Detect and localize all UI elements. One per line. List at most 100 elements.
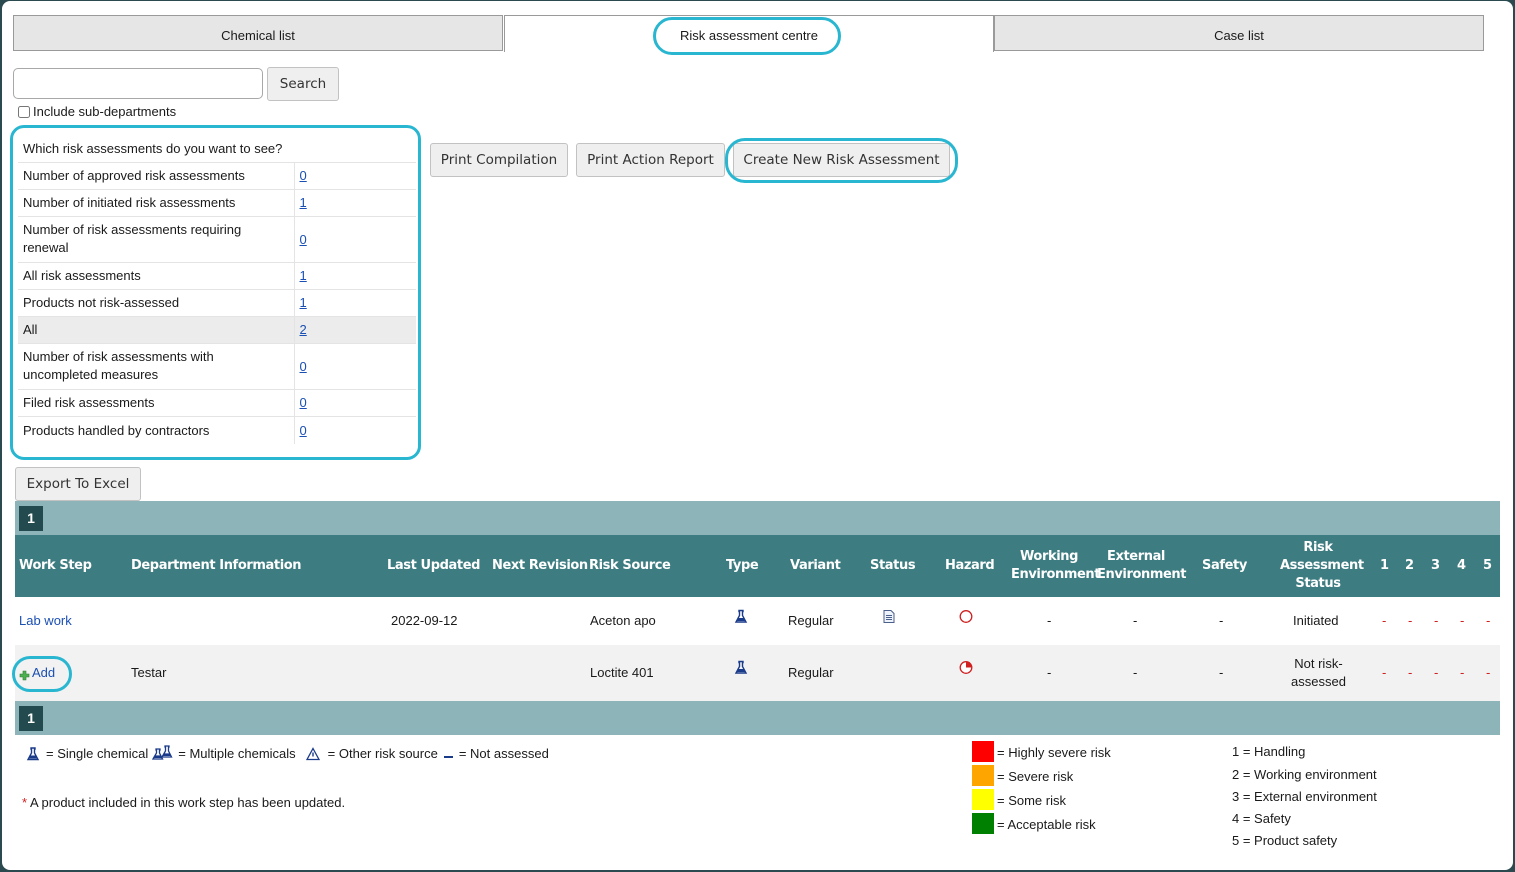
col-ra-status-line3: Status [1295,576,1341,591]
filter-label: All risk assessments [18,262,294,290]
filter-count-link[interactable]: 1 [300,268,307,283]
print-compilation-button[interactable]: Print Compilation [430,143,568,177]
col-risk-source[interactable]: Risk Source [589,557,671,575]
filter-count-link[interactable]: 0 [300,395,307,410]
filter-count-link[interactable]: 0 [300,423,307,438]
filter-count-link[interactable]: 0 [300,359,307,374]
cat-cell: - [1382,665,1387,680]
filter-count-link[interactable]: 0 [300,168,307,183]
risk-swatch-acceptable [972,813,994,834]
legend-other-risk-source: = Other risk source [327,746,438,761]
cat-cell: - [1408,613,1413,628]
col-external-environment[interactable]: External Environment [1097,548,1187,584]
category-legend-item: 1 = Handling [1232,744,1306,759]
col-ra-status-line2: Assessment [1280,558,1364,573]
legend-not-assessed: = Not assessed [458,746,549,761]
cat-cell: - [1382,613,1387,628]
work-step-link[interactable]: Lab work [19,612,72,630]
variant-cell: Regular [788,613,834,628]
col-cat-3[interactable]: 3 [1431,557,1440,575]
col-department[interactable]: Department Information [131,557,302,575]
col-work-step[interactable]: Work Step [19,557,92,575]
legend-multiple-chemicals: = Multiple chemicals [178,746,296,761]
risk-level-label: = Some risk [997,793,1066,808]
ra-status-cell: Not risk- assessed [1291,655,1346,691]
risk-source-cell: Aceton apo [590,613,656,628]
col-variant[interactable]: Variant [790,557,841,575]
variant-cell: Regular [788,665,834,680]
filter-count-link[interactable]: 1 [300,295,307,310]
single-chemical-icon[interactable] [734,609,748,629]
include-subdepartments-checkbox[interactable] [18,105,30,118]
col-ra-status-line1: Risk [1303,540,1333,555]
category-legend-item: 4 = Safety [1232,811,1291,826]
col-risk-assessment-status[interactable]: Risk Assessment Status [1280,539,1364,593]
col-external-environment-line1: External [1107,549,1165,564]
category-legend-item: 3 = External environment [1232,789,1377,804]
filter-question: Which risk assessments do you want to se… [18,135,416,163]
filter-label: Number of risk assessments with uncomple… [18,343,294,390]
ra-status-line2: assessed [1291,674,1346,689]
page-number-current[interactable]: 1 [19,506,43,531]
results-table-header: Work Step Department Information Last Up… [15,535,1500,597]
export-to-excel-button[interactable]: Export To Excel [15,467,141,501]
last-updated-cell: 2022-09-12 [391,613,458,628]
tab-case-list[interactable]: Case list [994,15,1484,51]
col-last-updated[interactable]: Last Updated [387,557,480,575]
highlight-ring-add [12,656,72,692]
col-safety[interactable]: Safety [1202,557,1247,575]
search-input[interactable] [13,68,263,99]
risk-assessment-filter-table: Which risk assessments do you want to se… [18,135,416,444]
category-legend-item: 5 = Product safety [1232,833,1338,848]
col-hazard[interactable]: Hazard [945,557,995,575]
filter-count-link[interactable]: 0 [300,232,307,247]
col-status[interactable]: Status [870,557,916,575]
single-chemical-icon [26,747,40,761]
tab-bar: Chemical list Risk assessment centre Cas… [13,15,1484,55]
page-number-current[interactable]: 1 [19,706,43,731]
ra-status-line1: Not risk- [1294,656,1343,671]
single-chemical-icon[interactable] [734,660,748,680]
external-environment-cell: - [1133,665,1138,680]
hazard-circle-empty-icon[interactable] [959,610,973,629]
document-icon[interactable] [883,610,895,629]
col-working-environment[interactable]: Working Environment [1011,548,1101,584]
risk-level-label: = Acceptable risk [997,817,1096,832]
search-button[interactable]: Search [267,67,339,101]
include-subdepartments-checkbox-row[interactable]: Include sub-departments [18,104,176,119]
col-next-revision[interactable]: Next Revision [492,557,588,575]
cat-cell: - [1486,613,1491,628]
pager-bottom: 1 [15,701,1500,735]
col-cat-1[interactable]: 1 [1380,557,1389,575]
col-cat-4[interactable]: 4 [1457,557,1466,575]
other-risk-source-icon [305,747,320,761]
print-action-report-button[interactable]: Print Action Report [576,143,725,177]
risk-swatch-highly-severe [972,741,994,762]
risk-source-cell: Loctite 401 [590,665,654,680]
tab-chemical-list[interactable]: Chemical list [13,15,503,51]
multiple-chemicals-icon [152,745,174,763]
include-subdepartments-label: Include sub-departments [33,104,177,119]
external-environment-cell: - [1133,613,1138,628]
highlight-ring-create [725,138,958,183]
updated-note: * A product included in this work step h… [22,794,345,812]
filter-count-link[interactable]: 1 [300,195,307,210]
type-legend: = Single chemical = Multiple chemicals =… [26,745,549,763]
safety-cell: - [1219,665,1224,680]
filter-label: Products handled by contractors [23,422,210,438]
col-working-environment-line1: Working [1019,549,1079,564]
col-type[interactable]: Type [726,557,759,575]
filter-count-link[interactable]: 2 [300,322,307,337]
filter-label: Number of approved risk assessments [18,162,294,190]
cat-cell: - [1434,665,1439,680]
legend-single-chemical: = Single chemical [46,746,149,761]
risk-swatch-severe [972,765,994,786]
col-cat-2[interactable]: 2 [1405,557,1414,575]
category-legend-item: 2 = Working environment [1232,767,1377,782]
risk-swatch-some [972,789,994,810]
filter-label-selected: All [18,316,294,344]
hazard-circle-partial-icon[interactable] [959,661,973,680]
col-cat-5[interactable]: 5 [1483,557,1492,575]
table-row: Add Testar Loctite 401 Regular - - - Not… [15,645,1500,701]
filter-label: Filed risk assessments [18,389,294,417]
